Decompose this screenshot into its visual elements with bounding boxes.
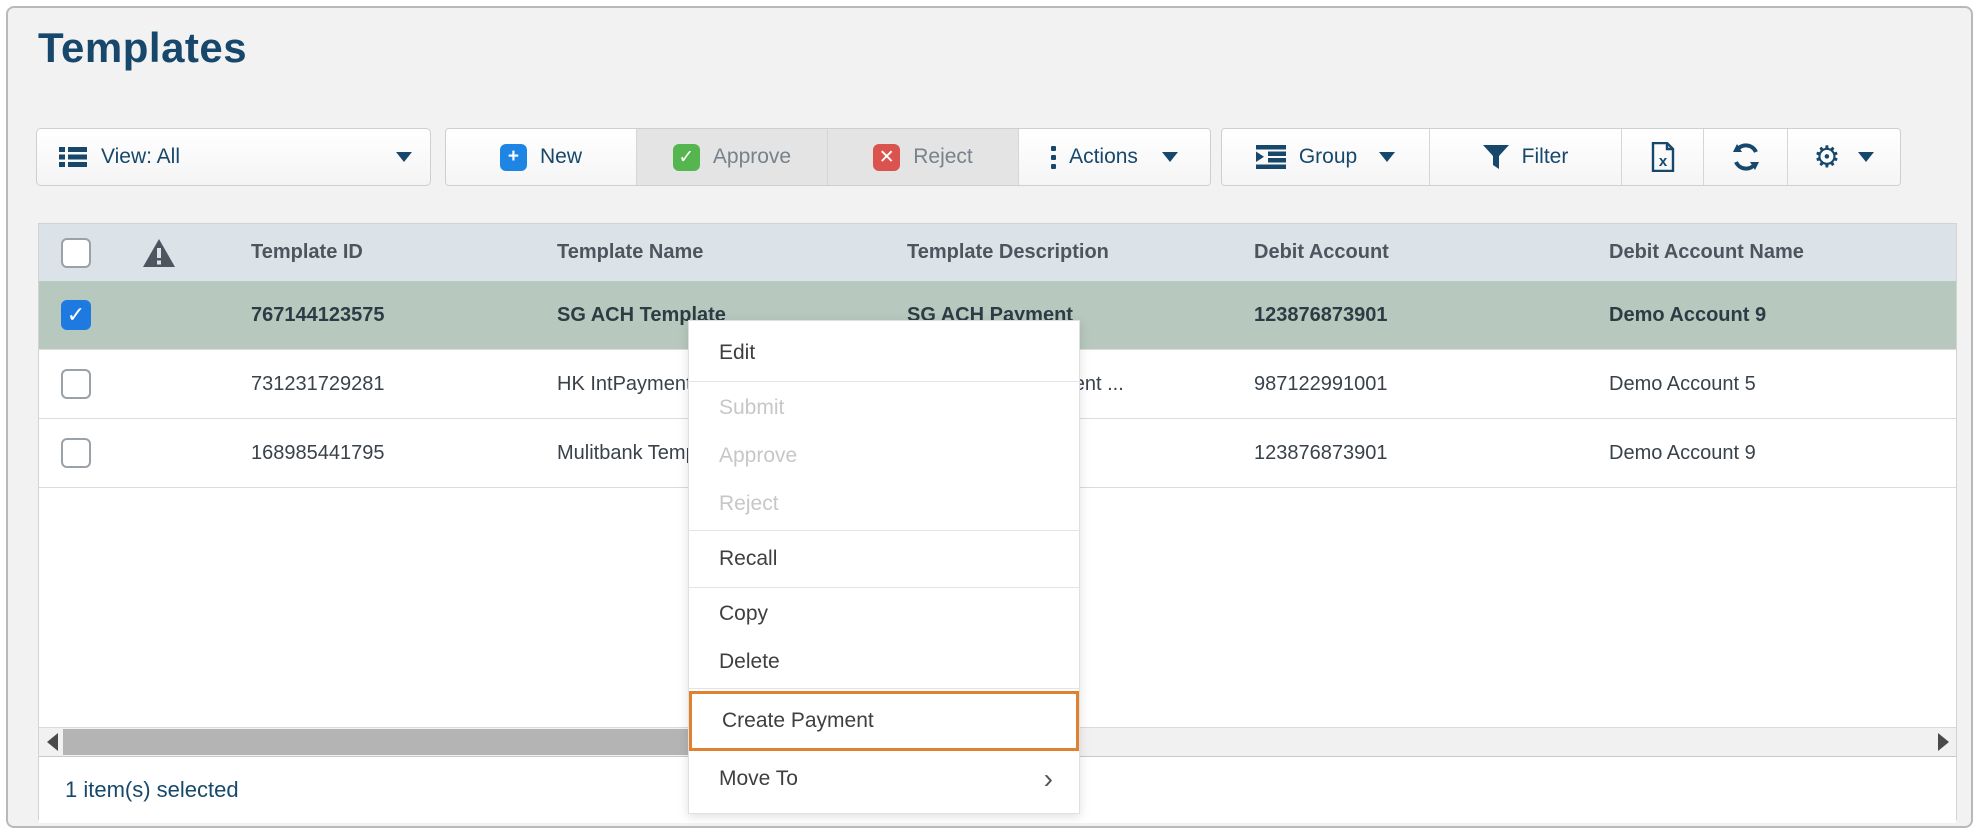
cell-debit-account-name: Demo Account 9 [1609,304,1956,327]
menu-divider [689,530,1079,531]
column-header-debit-account[interactable]: Debit Account [1254,241,1609,264]
column-header-template-name[interactable]: Template Name [557,241,907,264]
actions-dropdown[interactable]: Actions [1019,129,1210,185]
settings-dropdown[interactable]: ⚙ [1788,129,1900,185]
filter-button-label: Filter [1522,145,1569,169]
arrow-right-icon[interactable] [1932,728,1954,756]
group-dropdown-label: Group [1299,145,1357,169]
list-icon [59,146,87,168]
gear-icon: ⚙ [1814,140,1841,175]
group-dropdown[interactable]: Group [1222,129,1430,185]
refresh-button[interactable] [1704,129,1788,185]
export-excel-button[interactable]: x [1622,129,1704,185]
funnel-icon [1483,145,1509,169]
cell-debit-account-name: Demo Account 9 [1609,442,1956,465]
table-header-row: Template ID Template Name Template Descr… [39,224,1956,281]
menu-item-copy[interactable]: Copy [689,590,1079,638]
chevron-right-icon: › [1044,765,1053,793]
menu-item-approve[interactable]: Approve [689,432,1079,480]
page-title: Templates [38,24,247,72]
x-icon: ✕ [873,144,900,171]
menu-item-recall[interactable]: Recall [689,533,1079,585]
new-button[interactable]: + New [446,129,637,185]
menu-item-create-payment[interactable]: Create Payment [689,691,1079,751]
selection-count: 1 item(s) selected [65,777,239,803]
arrow-left-icon[interactable] [41,728,63,756]
approve-button[interactable]: ✓ Approve [637,129,828,185]
refresh-icon [1731,142,1761,172]
cell-template-id: 731231729281 [209,373,557,396]
right-button-group: Group Filter x [1221,128,1901,186]
chevron-down-icon [396,152,412,162]
filter-button[interactable]: Filter [1430,129,1622,185]
menu-divider [689,587,1079,588]
plus-icon: + [500,144,527,171]
main-button-group: + New ✓ Approve ✕ Reject Actions [445,128,1211,186]
new-button-label: New [540,145,582,169]
select-all-checkbox[interactable] [61,238,91,268]
screen: Templates View: All + New ✓ Approve ✕ [0,0,1979,834]
chevron-down-icon [1379,152,1395,162]
context-menu: Edit Submit Approve Reject Recall Copy D… [688,320,1080,814]
cell-template-id: 168985441795 [209,442,557,465]
menu-divider [689,688,1079,689]
menu-item-delete[interactable]: Delete [689,638,1079,686]
column-header-template-id[interactable]: Template ID [209,241,557,264]
cell-debit-account-name: Demo Account 5 [1609,373,1956,396]
menu-item-submit[interactable]: Submit [689,384,1079,432]
excel-file-icon: x [1651,142,1675,172]
menu-item-edit[interactable]: Edit [689,327,1079,379]
row-checkbox[interactable]: ✓ [61,300,91,330]
menu-item-move-to[interactable]: Move To › [689,751,1079,807]
check-icon: ✓ [673,144,700,171]
view-dropdown[interactable]: View: All [36,128,431,186]
menu-item-move-to-label: Move To [719,767,798,791]
menu-item-reject[interactable]: Reject [689,480,1079,528]
cell-debit-account: 123876873901 [1254,304,1609,327]
reject-button-label: Reject [913,145,973,169]
chevron-down-icon [1162,152,1178,162]
svg-text:x: x [1658,153,1667,170]
templates-page: Templates View: All + New ✓ Approve ✕ [6,6,1973,828]
row-checkbox[interactable] [61,369,91,399]
approve-button-label: Approve [713,145,791,169]
column-header-debit-account-name[interactable]: Debit Account Name [1609,241,1956,264]
outdent-list-icon [1256,145,1286,169]
view-dropdown-label: View: All [101,145,180,169]
cell-debit-account: 987122991001 [1254,373,1609,396]
column-header-template-description[interactable]: Template Description [907,241,1254,264]
reject-button[interactable]: ✕ Reject [828,129,1019,185]
chevron-down-icon [1858,152,1874,162]
actions-dropdown-label: Actions [1069,145,1138,169]
cell-debit-account: 123876873901 [1254,442,1609,465]
menu-divider [689,381,1079,382]
cell-template-id: 767144123575 [209,304,557,327]
row-checkbox[interactable] [61,438,91,468]
kebab-icon [1051,146,1056,169]
warning-triangle-icon [142,238,176,268]
